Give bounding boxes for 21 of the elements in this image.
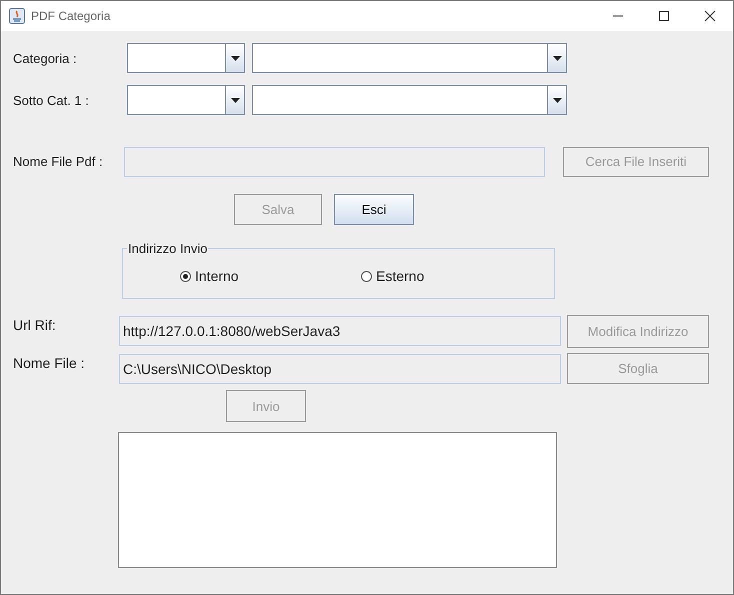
radio-button[interactable]: Esterno (361, 268, 542, 284)
app-icon (9, 8, 25, 24)
caret-icon (552, 98, 562, 102)
radio-button[interactable]: Interno (180, 268, 361, 284)
field-label: Categoria : (13, 50, 78, 66)
dropdown[interactable] (252, 43, 567, 73)
action-button[interactable]: Esci (334, 194, 414, 225)
caret-icon (230, 98, 240, 102)
group-title: Indirizzo Invio (127, 241, 208, 256)
caret-icon (230, 56, 240, 60)
field-label: Sotto Cat. 1 : (13, 92, 90, 108)
dropdown[interactable] (127, 85, 245, 115)
field-label: Url Rif: (13, 316, 57, 335)
dropdown[interactable] (252, 85, 567, 115)
window-title: PDF Categoria (31, 9, 112, 23)
close-icon[interactable] (704, 10, 716, 22)
field-label: Nome File Pdf : (13, 154, 104, 169)
caret-icon (552, 56, 562, 60)
field-label: Nome File : (13, 354, 86, 373)
dropdown[interactable] (127, 43, 245, 73)
maximize-icon[interactable] (658, 10, 670, 22)
